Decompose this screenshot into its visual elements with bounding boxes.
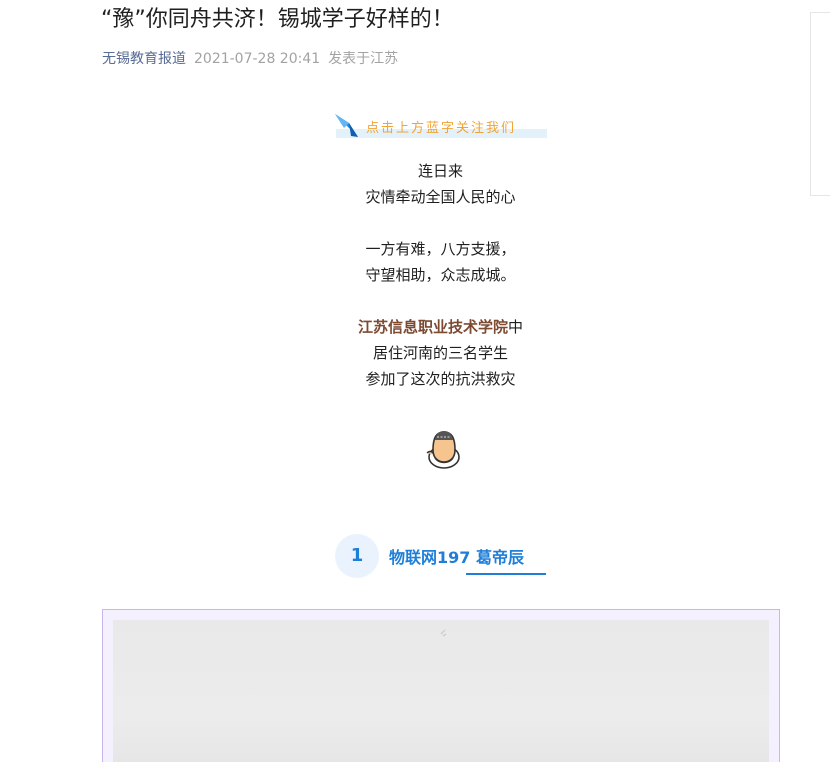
pointing-hand-emoji-icon — [426, 431, 460, 469]
publish-location: 发表于江苏 — [328, 51, 399, 67]
article-title: “豫”你同舟共济！锡城学子好样的！ — [101, 7, 454, 32]
school-name: 江苏信息职业技术学院 — [357, 318, 508, 336]
article-page: “豫”你同舟共济！锡城学子好样的！ 无锡教育报道 2021-07-28 20:41… — [0, 0, 830, 762]
school-suffix: 中 — [508, 318, 524, 336]
side-panel — [810, 12, 830, 196]
body-line: 一方有难，八方支援， — [365, 240, 516, 258]
photo-faint-marks — [440, 629, 447, 637]
article-meta: 无锡教育报道 2021-07-28 20:41 发表于江苏 — [102, 48, 398, 70]
article-photo[interactable] — [113, 620, 769, 762]
section-heading: 1 物联网197 葛帝辰 — [335, 534, 547, 578]
follow-banner[interactable]: 点击上方蓝字关注我们 — [334, 108, 547, 140]
publish-date: 2021-07-28 20:41 — [194, 51, 321, 67]
section-underline — [466, 573, 546, 575]
body-line: 连日来 — [417, 162, 463, 180]
section-number: 1 — [350, 545, 364, 566]
photo-frame — [102, 609, 780, 762]
article-body: 连日来 灾情牵动全国人民的心 一方有难，八方支援， 守望相助，众志成城。 江苏信… — [102, 158, 779, 392]
author-link[interactable]: 无锡教育报道 — [102, 51, 186, 67]
follow-text: 点击上方蓝字关注我们 — [366, 121, 517, 136]
section-name: 物联网197 葛帝辰 — [389, 548, 524, 567]
body-line-school: 江苏信息职业技术学院中 — [102, 314, 779, 340]
body-line: 居住河南的三名学生 — [372, 344, 508, 362]
body-line: 守望相助，众志成城。 — [365, 266, 516, 284]
paper-plane-icon — [335, 114, 358, 137]
body-line: 灾情牵动全国人民的心 — [365, 188, 516, 206]
body-line: 参加了这次的抗洪救灾 — [365, 370, 516, 388]
